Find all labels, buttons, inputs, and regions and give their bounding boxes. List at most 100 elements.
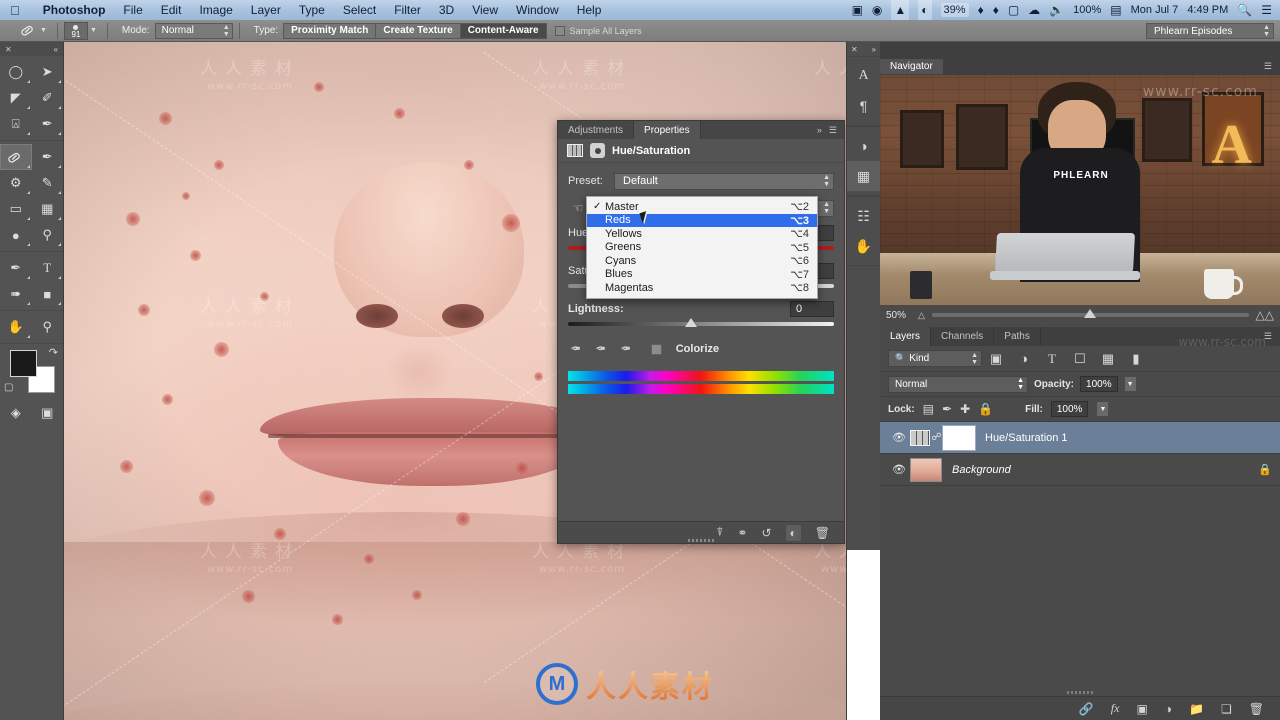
- tab-channels[interactable]: Channels: [931, 327, 995, 346]
- lightness-slider[interactable]: [568, 317, 834, 331]
- lock-transparent-pixels-icon[interactable]: ▤: [923, 402, 934, 416]
- new-layer-icon[interactable]: ❏: [1221, 702, 1232, 716]
- layer-style-icon[interactable]: fx: [1111, 701, 1120, 716]
- wifi-icon[interactable]: ☁: [1028, 0, 1040, 20]
- dropdown-item-magentas[interactable]: Magentas ⌥8: [587, 281, 817, 295]
- toggle-previous-state-icon[interactable]: ⚭: [737, 526, 747, 540]
- clone-stamp-tool[interactable]: ⚙: [0, 170, 32, 196]
- menu-select[interactable]: Select: [334, 0, 385, 20]
- panel-menu-icon[interactable]: ☰: [1264, 327, 1280, 346]
- close-icon[interactable]: ✕: [5, 45, 12, 54]
- notification-center-icon[interactable]: ☰: [1261, 0, 1272, 20]
- preset-select[interactable]: Default ▲ ▼: [614, 172, 834, 190]
- lightness-value[interactable]: 0: [790, 301, 834, 317]
- spot-healing-brush-icon[interactable]: [18, 22, 38, 40]
- screen-record-icon[interactable]: ▣: [852, 0, 863, 20]
- lasso-tool[interactable]: ◤: [0, 85, 32, 111]
- blur-tool[interactable]: ●: [0, 222, 32, 248]
- history-brush-tool[interactable]: ✎: [32, 170, 64, 196]
- navigator-preview[interactable]: A PHLEARN www.rr-sc.com: [880, 58, 1280, 315]
- expand-icon[interactable]: »: [872, 45, 876, 54]
- tab-paths[interactable]: Paths: [994, 327, 1041, 346]
- eyedropper-tool[interactable]: ✒: [32, 111, 64, 137]
- lock-all-icon[interactable]: 🔒: [978, 402, 993, 416]
- panel-menu-icon[interactable]: ☰: [829, 125, 837, 136]
- zoom-out-icon[interactable]: △: [918, 310, 925, 321]
- dropdown-item-blues[interactable]: Blues ⌥7: [587, 268, 817, 282]
- navigator-tab[interactable]: Navigator: [880, 59, 943, 74]
- delete-layer-icon[interactable]: 🗑: [1249, 702, 1264, 716]
- dropdown-item-reds[interactable]: Reds ⌥3: [587, 213, 817, 227]
- properties-panel-icon[interactable]: ▦: [847, 161, 880, 191]
- creative-cloud-icon[interactable]: ◉: [872, 0, 882, 20]
- layer-thumbnail[interactable]: [910, 457, 942, 482]
- zoom-in-icon[interactable]: △△: [1256, 308, 1274, 322]
- quick-selection-tool[interactable]: ✐: [32, 85, 64, 111]
- input-source-icon[interactable]: ▤: [1110, 0, 1121, 20]
- menu-photoshop[interactable]: Photoshop: [34, 0, 115, 20]
- path-selection-tool[interactable]: ➠: [0, 281, 32, 307]
- sample-all-layers-checkbox[interactable]: [554, 25, 565, 36]
- tool-preset-chevron-icon[interactable]: ▼: [40, 27, 47, 34]
- workspace-selector[interactable]: Phlearn Episodes ▲ ▼: [1146, 23, 1274, 39]
- hand-tool[interactable]: ✋: [0, 314, 32, 340]
- mask-link-icon[interactable]: ☍: [930, 432, 943, 443]
- swap-colors-icon[interactable]: ↷: [49, 346, 58, 359]
- filter-adjustment-icon[interactable]: ◑: [1010, 351, 1038, 366]
- default-colors-icon[interactable]: ▢: [4, 382, 13, 393]
- eraser-tool[interactable]: ▭: [0, 196, 32, 222]
- opacity-stepper-icon[interactable]: ▼: [1123, 376, 1137, 392]
- menu-edit[interactable]: Edit: [152, 0, 191, 20]
- menu-file[interactable]: File: [114, 0, 151, 20]
- evernote-icon[interactable]: ♦: [978, 0, 984, 20]
- double-chevron-right-icon[interactable]: »: [817, 125, 822, 135]
- rectangle-tool[interactable]: ■: [32, 281, 64, 307]
- layer-name[interactable]: Hue/Saturation 1: [985, 432, 1068, 444]
- add-layer-mask-icon[interactable]: ▣: [1136, 702, 1147, 716]
- brush-size-preview[interactable]: 91: [63, 21, 88, 40]
- reset-icon[interactable]: ↺: [761, 526, 771, 540]
- battery-icon[interactable]: ◐: [918, 0, 932, 21]
- filter-pixel-icon[interactable]: ▣: [982, 351, 1010, 367]
- crop-tool[interactable]: ⍓: [0, 111, 32, 137]
- opacity-value[interactable]: 100%: [1080, 376, 1118, 392]
- spotlight-search-icon[interactable]: 🔍: [1237, 0, 1252, 20]
- layer-mask-thumbnail[interactable]: [942, 424, 976, 451]
- dropdown-item-greens[interactable]: Greens ⌥5: [587, 241, 817, 255]
- apple-icon[interactable]: : [10, 3, 20, 18]
- menu-help[interactable]: Help: [568, 0, 611, 20]
- styles-panel-icon[interactable]: ☷: [847, 201, 880, 231]
- eyedropper-add-icon[interactable]: ✒: [595, 341, 606, 357]
- screen-mode-icon[interactable]: ▣: [32, 402, 64, 424]
- menu-type[interactable]: Type: [290, 0, 334, 20]
- zoom-track[interactable]: [931, 309, 1249, 318]
- adjustments-panel-icon[interactable]: ◑: [847, 131, 880, 161]
- zoom-tool[interactable]: ⚲: [32, 314, 64, 340]
- close-icon[interactable]: ✕: [851, 45, 858, 54]
- eyedropper-icon[interactable]: ✒: [570, 341, 581, 357]
- type-create-texture-button[interactable]: Create Texture: [376, 22, 461, 39]
- tab-properties[interactable]: Properties: [634, 121, 701, 139]
- brush-tool[interactable]: ✒: [32, 144, 64, 170]
- dropdown-item-cyans[interactable]: Cyans ⌥6: [587, 254, 817, 268]
- layer-visibility-icon[interactable]: 👁: [888, 463, 910, 476]
- layer-name[interactable]: Background: [952, 464, 1011, 476]
- link-layers-icon[interactable]: 🔗: [1079, 702, 1094, 716]
- fill-value[interactable]: 100%: [1050, 401, 1089, 417]
- new-group-icon[interactable]: 📁: [1189, 702, 1204, 716]
- lock-position-icon[interactable]: ✚: [960, 402, 970, 416]
- brush-preset-chevron-icon[interactable]: ▼: [90, 27, 97, 34]
- toggle-visibility-icon[interactable]: ◐: [785, 524, 801, 541]
- dodge-tool[interactable]: ⚲: [32, 222, 64, 248]
- filter-toggle-icon[interactable]: ▮: [1122, 351, 1150, 367]
- color-range-spectrum-bottom[interactable]: [568, 384, 834, 394]
- zoom-slider[interactable]: △ △△: [918, 308, 1274, 322]
- clip-to-layer-icon[interactable]: ⍒: [716, 525, 723, 540]
- quick-mask-icon[interactable]: ◈: [0, 402, 32, 424]
- dropdown-item-master[interactable]: ✓ Master ⌥2: [587, 200, 817, 214]
- gradient-tool[interactable]: ▦: [32, 196, 64, 222]
- lightness-knob[interactable]: [685, 318, 698, 327]
- filter-shape-icon[interactable]: ☐: [1066, 351, 1094, 367]
- sound-icon[interactable]: 🔈: [1049, 0, 1064, 20]
- lock-image-pixels-icon[interactable]: ✒: [942, 402, 952, 416]
